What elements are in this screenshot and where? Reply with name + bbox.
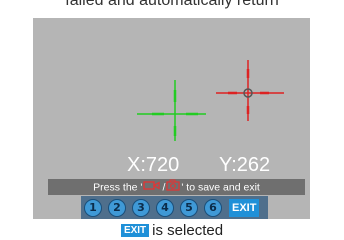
top-caption: failed and automatically return bbox=[65, 0, 279, 9]
bottom-caption: EXIT is selected bbox=[0, 222, 344, 239]
button-1[interactable]: 1 bbox=[84, 198, 102, 217]
video-record-icon bbox=[143, 180, 161, 196]
button-4[interactable]: 4 bbox=[156, 198, 174, 217]
y-coordinate: Y:262 bbox=[219, 154, 271, 176]
camera-icon bbox=[166, 179, 180, 196]
calibration-screen: X:720 Y:262 Press the ' / ' to save and ex… bbox=[33, 18, 310, 219]
coordinate-readout: X:720 Y:262 bbox=[33, 154, 310, 178]
exit-button[interactable]: EXIT bbox=[229, 198, 260, 217]
exit-chip: EXIT bbox=[120, 224, 150, 237]
bottom-caption-text: is selected bbox=[152, 222, 224, 239]
button-3[interactable]: 3 bbox=[132, 198, 150, 217]
instruction-text-end: ' to save and exit bbox=[181, 181, 260, 194]
button-5[interactable]: 5 bbox=[180, 198, 198, 217]
instruction-bar: Press the ' / ' to save and exit bbox=[48, 179, 305, 195]
green-crosshair-icon bbox=[137, 80, 206, 141]
button-6[interactable]: 6 bbox=[204, 198, 222, 217]
button-bar: 1 2 3 4 5 6 EXIT bbox=[81, 196, 268, 219]
instruction-separator: / bbox=[162, 181, 166, 194]
red-crosshair-icon[interactable] bbox=[216, 60, 284, 121]
button-2[interactable]: 2 bbox=[108, 198, 126, 217]
x-coordinate: X:720 bbox=[127, 154, 180, 176]
instruction-text-start: Press the ' bbox=[93, 181, 143, 194]
